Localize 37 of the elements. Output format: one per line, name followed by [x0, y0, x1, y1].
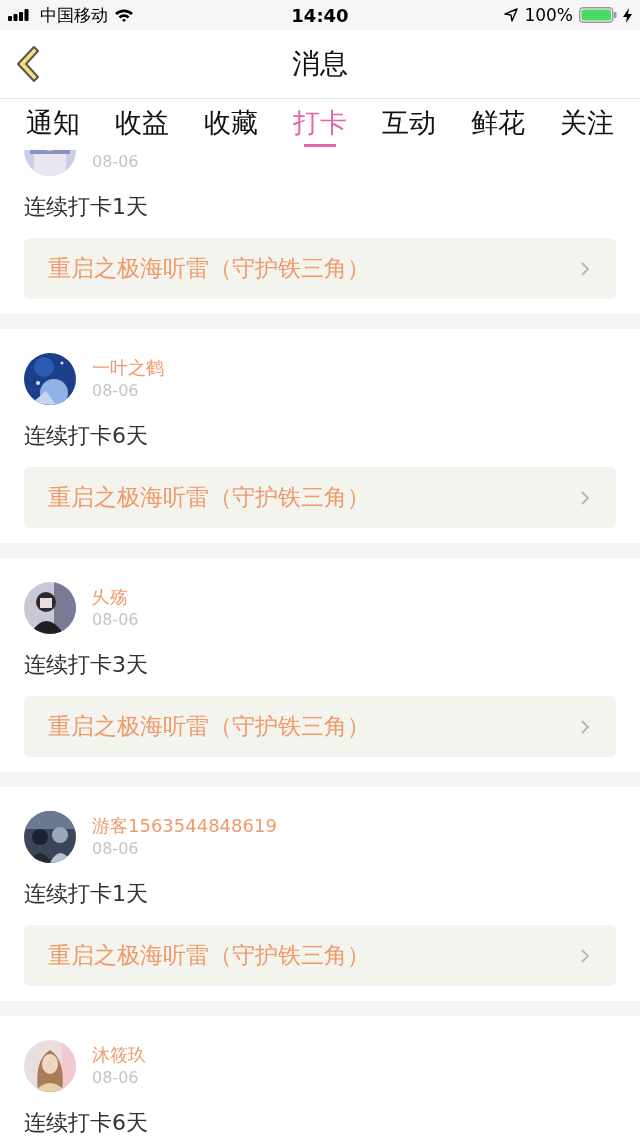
chevron-right-icon: [580, 947, 590, 964]
message-date: 08-06: [92, 837, 140, 860]
tab[interactable]: 关注: [560, 99, 614, 150]
chevron-right-icon: [580, 718, 590, 735]
user-name[interactable]: 沐筱玖: [92, 1042, 146, 1067]
battery-percent: 100%: [524, 5, 573, 25]
user-name[interactable]: 游客1563544848619: [92, 813, 277, 838]
message-date: 08-06: [92, 608, 139, 631]
wifi-icon: [114, 8, 134, 22]
user-name[interactable]: 一叶之鹤: [92, 355, 164, 380]
chevron-right-icon: [580, 260, 590, 277]
book-link[interactable]: 重启之极海听雷（守护铁三角）: [24, 925, 616, 986]
book-link[interactable]: 重启之极海听雷（守护铁三角）: [24, 238, 616, 299]
tab[interactable]: 鲜花: [471, 99, 525, 150]
charging-bolt-icon: [623, 7, 632, 23]
location-arrow-icon: [504, 8, 519, 22]
book-link[interactable]: 重启之极海听雷（守护铁三角）: [24, 696, 616, 757]
back-chevron-icon[interactable]: [14, 44, 42, 84]
message-date: 08-06: [92, 150, 139, 173]
message-text: 连续打卡1天: [24, 882, 149, 906]
message-date: 08-06: [92, 379, 140, 402]
message-text: 连续打卡3天: [24, 653, 149, 677]
chevron-right-icon: [580, 489, 590, 506]
page-title: 消息: [292, 46, 348, 82]
battery-icon: [579, 7, 617, 23]
tab[interactable]: 收益: [115, 99, 169, 150]
clock-time: 14:40: [291, 4, 349, 26]
message-text: 连续打卡6天: [24, 424, 149, 448]
message-text: 连续打卡6天: [24, 1111, 149, 1135]
tab[interactable]: 互动: [382, 99, 436, 150]
tab[interactable]: 收藏: [204, 99, 258, 150]
tab[interactable]: 通知: [26, 99, 80, 150]
book-link[interactable]: 重启之极海听雷（守护铁三角）: [24, 467, 616, 528]
user-name[interactable]: 乆殇: [92, 584, 139, 609]
message-text: 连续打卡1天: [24, 195, 149, 219]
message-date: 08-06: [92, 1066, 140, 1089]
carrier-name: 中国移动: [40, 3, 108, 27]
